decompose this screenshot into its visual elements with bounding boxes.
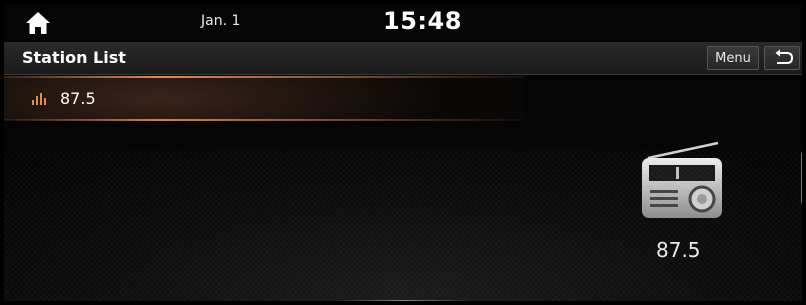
date-label: Jan. 1 <box>201 13 241 29</box>
home-icon <box>26 12 50 34</box>
back-arrow-icon <box>775 49 794 64</box>
radio-icon <box>642 141 722 218</box>
back-button[interactable] <box>764 46 800 70</box>
menu-button[interactable]: Menu <box>707 46 759 70</box>
screen: Jan. 1 15:48 Station List Menu 87.5 87.5 <box>4 4 802 301</box>
equalizer-icon <box>32 93 46 105</box>
row-highlight-bottom <box>4 119 524 121</box>
now-playing-frequency: 87.5 <box>656 238 701 262</box>
home-button[interactable] <box>24 10 52 36</box>
side-panel-handle[interactable] <box>801 149 802 207</box>
clock: 15:48 <box>383 7 462 35</box>
station-frequency: 87.5 <box>60 89 96 108</box>
page-title: Station List <box>22 48 126 67</box>
title-bar: Station List Menu <box>4 42 802 75</box>
row-highlight-top <box>4 76 524 78</box>
bottom-divider <box>334 300 474 301</box>
status-bar: Jan. 1 15:48 <box>4 4 802 42</box>
